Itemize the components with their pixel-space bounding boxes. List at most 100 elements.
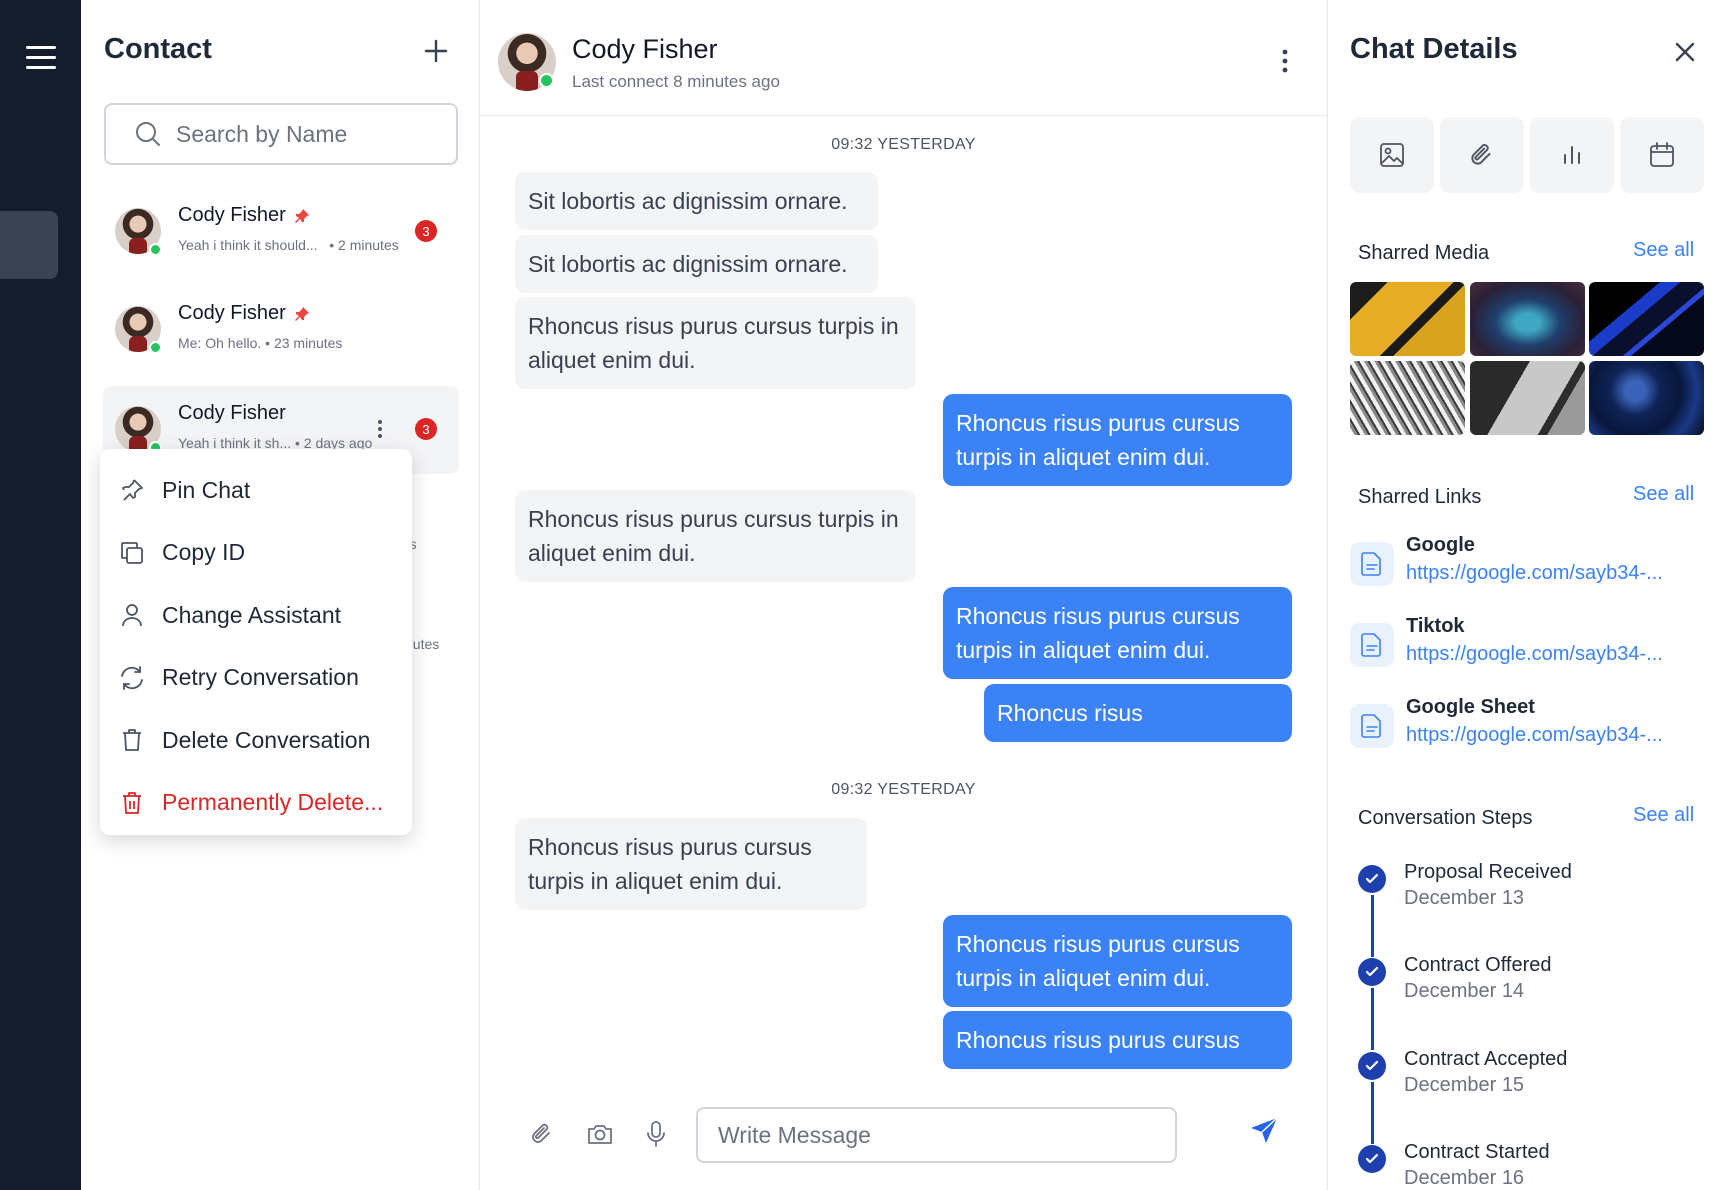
- contact-time: • 2 minutes: [329, 237, 399, 253]
- trash-icon: [118, 726, 146, 754]
- tool-files-button[interactable]: [1440, 117, 1524, 193]
- message-outgoing: Rhoncus risus purus cursus turpis in ali…: [943, 394, 1292, 486]
- contact-time: • 23 minutes: [265, 335, 343, 351]
- unread-badge: 3: [415, 418, 437, 440]
- media-thumbnail[interactable]: [1470, 282, 1585, 356]
- nav-rail: [0, 0, 81, 1190]
- online-indicator: [149, 243, 162, 256]
- conversation-step: Contract Started December 16: [1358, 1141, 1698, 1190]
- shared-link-name: Google: [1406, 534, 1475, 556]
- refresh-icon: [118, 664, 146, 692]
- user-icon: [118, 601, 146, 629]
- message-incoming: Rhoncus risus purus cursus turpis in ali…: [515, 818, 867, 910]
- media-thumbnail[interactable]: [1589, 361, 1704, 435]
- message-incoming: Rhoncus risus purus cursus turpis in ali…: [515, 297, 916, 389]
- step-name: Proposal Received: [1404, 861, 1572, 883]
- media-thumbnail[interactable]: [1470, 361, 1585, 435]
- document-icon: [1350, 542, 1394, 586]
- contact-name: Cody Fisher: [178, 402, 286, 424]
- conversation-steps-see-all-link[interactable]: See all: [1633, 804, 1694, 827]
- shared-link-url[interactable]: https://google.com/sayb34-...: [1406, 562, 1690, 585]
- step-name: Contract Offered: [1404, 954, 1552, 976]
- contact-preview: Yeah i think it should...: [178, 237, 318, 253]
- menu-item-pin-chat[interactable]: Pin Chat: [100, 459, 412, 522]
- tool-media-button[interactable]: [1350, 117, 1434, 193]
- pin-icon: [294, 208, 309, 223]
- contact-preview: Me: Oh hello.: [178, 335, 262, 351]
- message-outgoing: Rhoncus risus purus cursus: [943, 1011, 1292, 1069]
- pin-icon: [118, 476, 146, 504]
- tool-stats-button[interactable]: [1530, 117, 1614, 193]
- pin-icon: [294, 306, 309, 321]
- chat-panel: Cody Fisher Last connect 8 minutes ago 0…: [480, 0, 1327, 1190]
- step-date: December 14: [1404, 980, 1525, 1002]
- paperclip-icon[interactable]: [526, 1118, 558, 1150]
- menu-item-delete-conversation[interactable]: Delete Conversation: [100, 709, 412, 772]
- chat-details-panel: Chat Details Sharred Media See all Sharr…: [1327, 0, 1728, 1190]
- contact-panel-title: Contact: [104, 33, 212, 65]
- step-date: December 13: [1404, 887, 1525, 909]
- step-connector: [1371, 1082, 1374, 1144]
- tool-calendar-button[interactable]: [1620, 117, 1704, 193]
- check-icon: [1358, 865, 1386, 893]
- shared-links-see-all-link[interactable]: See all: [1633, 483, 1694, 506]
- document-icon: [1350, 704, 1394, 748]
- more-options-icon[interactable]: [1278, 48, 1292, 74]
- shared-link-item[interactable]: Google Sheet https://google.com/sayb34-.…: [1350, 696, 1710, 756]
- copy-icon: [118, 539, 146, 567]
- nav-rail-active-item[interactable]: [0, 211, 58, 279]
- camera-icon[interactable]: [584, 1118, 616, 1150]
- online-indicator: [149, 341, 162, 354]
- close-icon[interactable]: [1673, 40, 1697, 64]
- shared-link-name: Tiktok: [1406, 615, 1465, 637]
- message-outgoing: Rhoncus risus purus cursus turpis in ali…: [943, 915, 1292, 1007]
- context-menu: Pin Chat Copy ID Change Assistant Retry …: [100, 449, 412, 835]
- chat-contact-name: Cody Fisher: [572, 34, 718, 64]
- more-options-icon[interactable]: [373, 418, 387, 440]
- shared-link-name: Google Sheet: [1406, 696, 1535, 718]
- step-connector: [1371, 988, 1374, 1050]
- contact-item[interactable]: Cody Fisher Yeah i think it should... • …: [103, 188, 459, 276]
- message-outgoing: Rhoncus risus: [984, 684, 1292, 742]
- menu-icon[interactable]: [26, 46, 56, 70]
- check-icon: [1358, 1052, 1386, 1080]
- search-icon: [136, 122, 160, 146]
- chat-contact-status: Last connect 8 minutes ago: [572, 72, 780, 91]
- menu-item-retry-conversation[interactable]: Retry Conversation: [100, 647, 412, 710]
- shared-link-item[interactable]: Tiktok https://google.com/sayb34-...: [1350, 615, 1710, 675]
- check-icon: [1358, 1145, 1386, 1173]
- online-indicator: [539, 73, 554, 88]
- conversation-step: Contract Accepted December 15: [1358, 1048, 1698, 1144]
- conversation-steps-title: Conversation Steps: [1358, 807, 1533, 829]
- menu-item-copy-id[interactable]: Copy ID: [100, 522, 412, 585]
- microphone-icon[interactable]: [640, 1118, 672, 1150]
- menu-item-permanently-delete[interactable]: Permanently Delete...: [100, 772, 412, 835]
- trash-icon: [118, 789, 146, 817]
- shared-links-title: Sharred Links: [1358, 486, 1482, 508]
- shared-link-item[interactable]: Google https://google.com/sayb34-...: [1350, 534, 1710, 594]
- document-icon: [1350, 623, 1394, 667]
- unread-badge: 3: [415, 220, 437, 242]
- search-box: [104, 103, 458, 165]
- send-icon[interactable]: [1248, 1115, 1280, 1147]
- menu-item-change-assistant[interactable]: Change Assistant: [100, 584, 412, 647]
- message-composer: [480, 1098, 1327, 1178]
- search-input[interactable]: [176, 120, 436, 148]
- message-input[interactable]: [696, 1107, 1177, 1163]
- check-icon: [1358, 958, 1386, 986]
- message-outgoing: Rhoncus risus purus cursus turpis in ali…: [943, 587, 1292, 679]
- shared-link-url[interactable]: https://google.com/sayb34-...: [1406, 724, 1690, 747]
- contact-item[interactable]: Cody Fisher Me: Oh hello. • 23 minutes: [103, 286, 459, 374]
- shared-media-see-all-link[interactable]: See all: [1633, 239, 1694, 262]
- calendar-icon: [1650, 142, 1674, 167]
- media-thumbnail[interactable]: [1350, 361, 1465, 435]
- shared-link-url[interactable]: https://google.com/sayb34-...: [1406, 643, 1690, 666]
- timestamp-divider: 09:32 YESTERDAY: [831, 136, 976, 153]
- message-incoming: Sit lobortis ac dignissim ornare.: [515, 235, 878, 293]
- add-contact-icon[interactable]: [421, 36, 451, 66]
- step-connector: [1371, 895, 1374, 957]
- media-thumbnail[interactable]: [1350, 282, 1465, 356]
- image-icon: [1380, 143, 1404, 167]
- media-thumbnail[interactable]: [1589, 282, 1704, 356]
- message-incoming: Rhoncus risus purus cursus turpis in ali…: [515, 490, 916, 582]
